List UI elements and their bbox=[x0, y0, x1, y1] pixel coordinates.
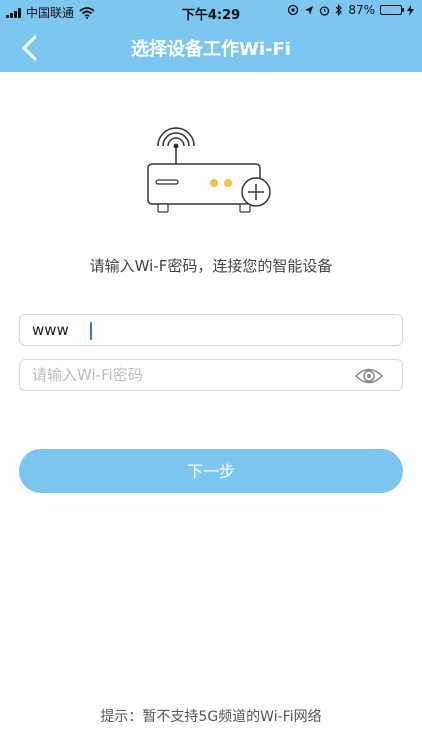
status-right: 87% bbox=[287, 3, 414, 17]
ssid-input[interactable] bbox=[32, 315, 352, 345]
password-input[interactable] bbox=[32, 360, 352, 390]
orientation-lock-icon bbox=[288, 4, 299, 16]
battery-icon bbox=[380, 5, 404, 15]
charging-icon bbox=[407, 4, 414, 16]
password-field[interactable] bbox=[19, 359, 403, 391]
router-add-icon bbox=[147, 127, 271, 213]
alarm-icon bbox=[320, 5, 330, 16]
eye-icon[interactable] bbox=[354, 365, 384, 387]
next-button[interactable]: 下一步 bbox=[19, 449, 403, 493]
network-tip: 提示：暂不支持5G频道的Wi-Fi网络 bbox=[100, 709, 322, 725]
status-bar: 中国联通 下午4:29 87% bbox=[0, 0, 422, 24]
text-cursor bbox=[90, 322, 92, 340]
battery-percent: 87% bbox=[348, 3, 375, 17]
ssid-field[interactable] bbox=[19, 314, 403, 346]
connect-prompt: 请输入Wi-F密码，连接您的智能设备 bbox=[89, 257, 333, 275]
bluetooth-icon bbox=[335, 4, 343, 16]
nav-bar: 选择设备工作Wi-Fi bbox=[0, 24, 422, 72]
page-title: 选择设备工作Wi-Fi bbox=[131, 39, 291, 60]
location-icon bbox=[305, 5, 314, 15]
